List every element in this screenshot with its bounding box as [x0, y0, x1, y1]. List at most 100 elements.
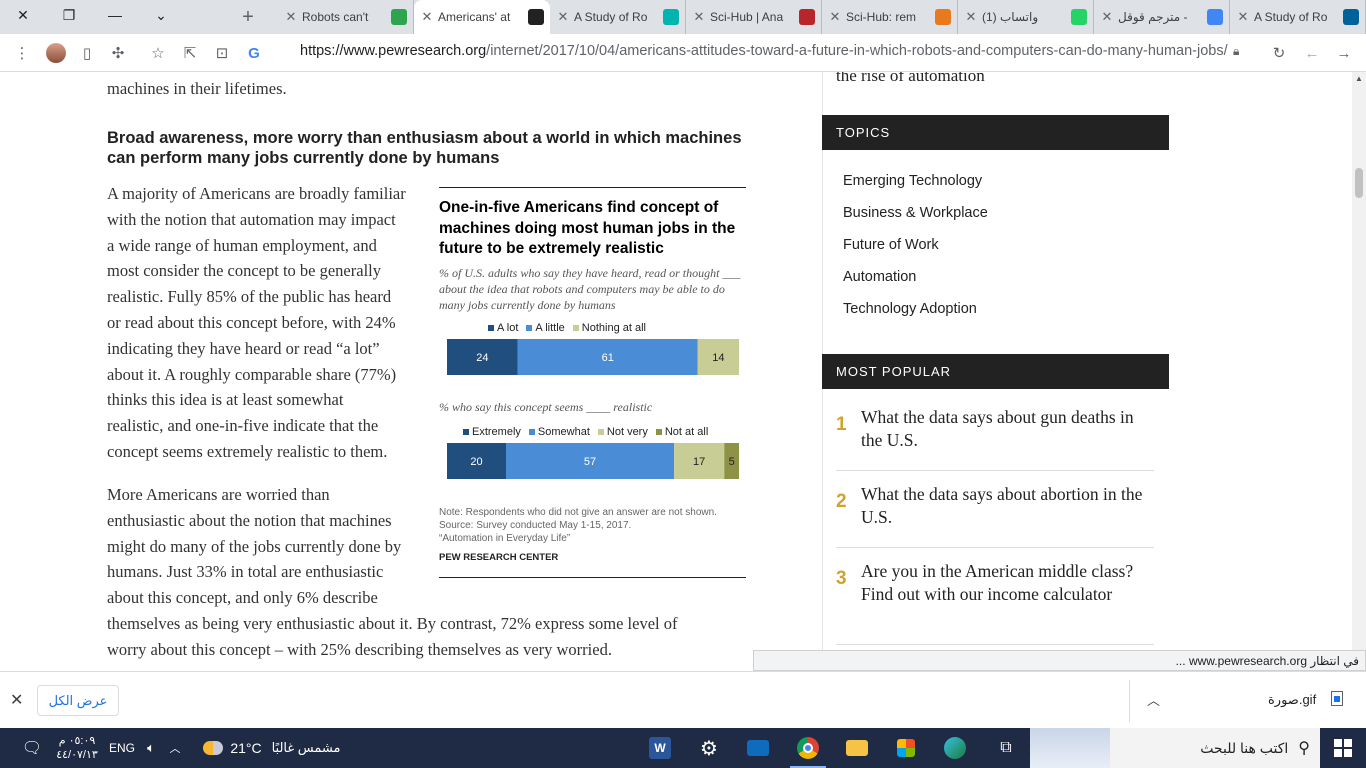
popular-title: What the data says about abortion in the… — [861, 484, 1143, 527]
clock[interactable]: ٠٥:٠٩ م ٤٤/٠٧/١٣ — [54, 728, 100, 768]
popular-rank: 2 — [836, 491, 847, 512]
browser-tab[interactable]: ✕ Sci-Hub | Ana — [686, 0, 822, 34]
word-app-icon[interactable]: W — [636, 728, 684, 768]
text-line: most consider the concept to be generall… — [107, 261, 381, 281]
lock-icon[interactable]: 🔒︎ — [1233, 44, 1239, 59]
language-indicator[interactable]: ENG — [106, 728, 138, 768]
popular-item[interactable]: 1 What the data says about gun deaths in … — [836, 406, 1154, 471]
kebab-menu-icon[interactable]: ⋮ — [6, 37, 38, 69]
tab-title: Sci-Hub: rem — [846, 10, 917, 24]
scroll-thumb[interactable] — [1355, 168, 1363, 198]
profile-avatar[interactable] — [40, 37, 72, 69]
close-tab-icon[interactable]: ✕ — [420, 9, 434, 25]
close-tab-icon[interactable]: ✕ — [692, 9, 706, 25]
topic-link[interactable]: Emerging Technology — [843, 173, 982, 189]
weather-icon[interactable] — [198, 728, 228, 768]
paragraph-2: More Americans are worried than enthusias… — [107, 482, 427, 611]
close-tab-icon[interactable]: ✕ — [964, 9, 978, 25]
tray-chevron-icon[interactable]: ︿ — [164, 728, 186, 768]
scroll-up-icon[interactable]: ▲ — [1355, 74, 1363, 83]
tab-title: Robots can't — [302, 10, 369, 24]
tab-favicon-icon — [528, 9, 544, 25]
chart-source: PEW RESEARCH CENTER — [439, 552, 559, 563]
bar-value-label: 14 — [712, 352, 724, 364]
edge-app-icon[interactable] — [931, 728, 979, 768]
browser-tab[interactable]: ✕ Americans' at — [414, 0, 550, 34]
popular-rank: 1 — [836, 414, 847, 435]
topic-link[interactable]: Technology Adoption — [843, 301, 977, 317]
show-all-button[interactable]: عرض الكل — [37, 685, 119, 716]
browser-tab[interactable]: ✕ A Study of Ro — [1230, 0, 1366, 34]
text-line: might do many of the jobs currently done… — [107, 536, 402, 556]
browser-tab[interactable]: ✕ Sci-Hub: rem — [822, 0, 958, 34]
back-icon[interactable]: → — [1328, 37, 1360, 69]
start-windows-icon[interactable] — [1320, 728, 1366, 768]
close-tab-icon[interactable]: ✕ — [1100, 9, 1114, 25]
most-popular-header: MOST POPULAR — [822, 354, 1169, 389]
reload-icon[interactable]: ↻ — [1263, 37, 1295, 69]
topic-link[interactable]: Business & Workplace — [843, 205, 988, 221]
bar-value-label: 61 — [602, 352, 614, 364]
mail-app-icon[interactable] — [734, 728, 782, 768]
browser-tab[interactable]: ✕ A Study of Ro — [550, 0, 686, 34]
close-tab-icon[interactable]: ✕ — [1236, 9, 1250, 25]
task-view-icon[interactable]: ⧉ — [982, 728, 1030, 768]
tab-favicon-icon — [1071, 9, 1087, 25]
text-line: themselves as being very enthusiastic ab… — [107, 614, 678, 633]
chrome-app-icon[interactable] — [784, 728, 832, 768]
tab-search-icon[interactable]: ⌄ — [138, 0, 184, 30]
weather-text[interactable]: مشمس غالبًا — [266, 728, 346, 768]
tab-favicon-icon — [1343, 9, 1359, 25]
clock-time: ٠٥:٠٩ م — [58, 735, 96, 747]
store-app-icon[interactable] — [882, 728, 930, 768]
bookmark-star-icon[interactable]: ☆ — [142, 37, 174, 69]
tab-list: ✕ Robots can't ✕ Americans' at ✕ A Study of R… — [278, 0, 1366, 34]
tab-strip: ✕ ❐ — ⌄ + ✕ Robots can't ✕ Americans' at ✕ A … — [0, 0, 1366, 34]
new-tab-icon[interactable]: + — [238, 6, 258, 29]
paragraph-2-continued: themselves as being very enthusiastic ab… — [107, 611, 747, 663]
download-bar: ✕ عرض الكل ︿ صورة.gif — [0, 671, 1366, 728]
notification-icon[interactable]: 🗨︎ — [12, 728, 52, 768]
bar-value-label: 17 — [693, 456, 705, 468]
file-explorer-icon[interactable] — [833, 728, 881, 768]
bar-value-label: 57 — [584, 456, 596, 468]
url-path: /internet/2017/10/04/americans-attitudes… — [486, 43, 1228, 59]
url-host: https://www.pewresearch.org — [300, 43, 487, 59]
translate-icon[interactable]: ⊡ — [206, 37, 238, 69]
taskbar-search[interactable]: ⚲ اكتب هنا للبحث — [1030, 728, 1320, 768]
address-bar[interactable]: https://www.pewresearch.org/internet/201… — [300, 43, 1228, 59]
weather-temp[interactable]: 21°C — [228, 728, 264, 768]
page-scrollbar[interactable]: ▲ — [1352, 72, 1366, 671]
share-icon[interactable]: ⇱ — [174, 37, 206, 69]
tab-title: (1) واتساب — [982, 10, 1039, 24]
download-separator — [1129, 680, 1130, 722]
sidebar-related-link[interactable]: the rise of automation — [836, 72, 985, 86]
topic-link[interactable]: Future of Work — [843, 237, 939, 253]
popular-item[interactable]: 3 Are you in the American middle class? F… — [836, 560, 1154, 645]
close-window-icon[interactable]: ✕ — [0, 0, 46, 30]
chevron-up-icon[interactable]: ︿ — [1147, 690, 1160, 709]
download-file-name[interactable]: صورة.gif — [1268, 692, 1316, 708]
minimize-window-icon[interactable]: — — [92, 0, 138, 30]
close-tab-icon[interactable]: ✕ — [828, 9, 842, 25]
text-line: a wide range of human employment, and — [107, 235, 377, 255]
search-highlight-image — [1030, 728, 1110, 768]
browser-tab[interactable]: ✕ مترجم قوقل - — [1094, 0, 1230, 34]
browser-tab[interactable]: ✕ (1) واتساب — [958, 0, 1094, 34]
text-line: thinks this idea is at least somewhat — [107, 390, 344, 410]
restore-window-icon[interactable]: ❐ — [46, 0, 92, 30]
close-downloads-icon[interactable]: ✕ — [10, 690, 23, 710]
browser-tab[interactable]: ✕ Robots can't — [278, 0, 414, 34]
popular-item[interactable]: 2 What the data says about abortion in th… — [836, 483, 1154, 548]
close-tab-icon[interactable]: ✕ — [284, 9, 298, 25]
browser-toolbar: ⋮ ▯ ✣ ☆ ⇱ ⊡ G https://www.pewresearch.or… — [0, 34, 1366, 72]
settings-gear-icon[interactable]: ⚙ — [685, 728, 733, 768]
extensions-icon[interactable]: ✣ — [102, 37, 134, 69]
bar-value-label: 5 — [729, 456, 735, 468]
volume-icon[interactable]: 🔈︎ — [140, 728, 162, 768]
text-line: humans. Just 33% in total are enthusiast… — [107, 562, 384, 582]
forward-icon[interactable]: ← — [1296, 37, 1328, 69]
close-tab-icon[interactable]: ✕ — [556, 9, 570, 25]
sidebar-icon[interactable]: ▯ — [71, 37, 103, 69]
topic-link[interactable]: Automation — [843, 269, 916, 285]
